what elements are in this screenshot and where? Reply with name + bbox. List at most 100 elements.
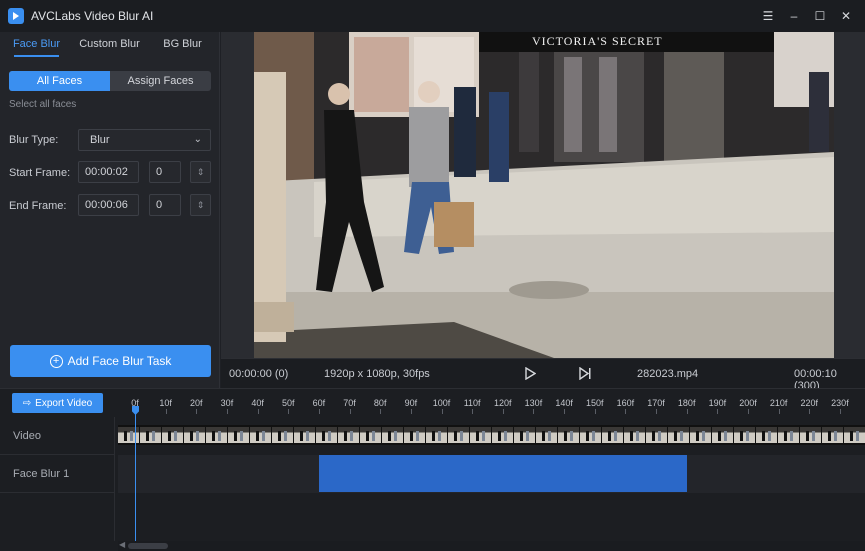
ruler-tick-label: 100f [432,398,451,408]
ruler-tick-label: 180f [677,398,696,408]
select-hint: Select all faces [9,99,77,110]
ruler-tick-label: 220f [800,398,819,408]
scroll-left-icon[interactable]: ◀ [119,540,125,549]
ruler-tick [318,409,320,414]
export-label: Export Video [35,397,93,409]
start-time-input[interactable]: 00:00:02 [78,161,139,183]
ruler-tick-label: 230f [831,398,849,408]
ruler-tick [472,409,474,414]
ruler-tick [380,409,382,414]
store-sign-text: VICTORIA'S SECRET [532,34,663,48]
tab-face-blur[interactable]: Face Blur [0,32,73,58]
track-label-video: Video [0,417,114,455]
assign-faces-button[interactable]: Assign Faces [110,71,211,91]
blur-type-select[interactable]: Blur ⌄ [78,129,211,151]
ruler-tick-label: 130f [524,398,543,408]
ruler-tick [288,409,290,414]
plus-circle-icon: + [49,354,63,368]
all-faces-button[interactable]: All Faces [9,71,110,91]
ruler-tick-label: 200f [739,398,757,408]
end-frame-input[interactable]: 0 [149,194,181,216]
ruler-tick [165,409,167,414]
thumbnail-frame [756,427,777,443]
add-face-blur-task-button[interactable]: + Add Face Blur Task [10,345,211,377]
ruler-tick-label: 110f [463,398,481,408]
thumbnail-frame [294,427,315,443]
face-blur-segment[interactable] [318,455,687,492]
play-button[interactable] [524,366,537,383]
start-frame-input[interactable]: 0 [149,161,181,183]
thumbnail-frame [624,427,645,443]
ruler-tick-label: 170f [647,398,665,408]
ruler-tick-label: 190f [708,398,727,408]
next-frame-button[interactable] [579,366,592,383]
face-mode-toggle: All Faces Assign Faces [9,71,211,91]
ruler-tick-label: 70f [343,398,356,408]
ruler-tick [686,409,688,414]
file-name: 282023.mp4 [637,368,699,380]
ruler-tick [226,409,228,414]
tab-custom-blur[interactable]: Custom Blur [73,32,146,58]
ruler-tick-label: 140f [555,398,573,408]
ruler-tick [809,409,811,414]
thumbnail-frame [822,427,843,443]
play-icon [525,366,537,381]
ruler-tick-label: 150f [585,398,604,408]
thumbnail-frame [734,427,755,443]
ruler-tick-label: 90f [404,398,418,408]
video-thumbnail-strip [118,425,865,445]
tab-bg-blur[interactable]: BG Blur [146,32,219,58]
ruler-tick [625,409,627,414]
ruler-tick [839,409,841,414]
thumbnail-frame [338,427,359,443]
ruler-tick [564,409,566,414]
video-frame[interactable]: VICTORIA'S SECRET [254,32,834,358]
thumbnail-frame [250,427,271,443]
thumbnail-frame [140,427,161,443]
app-title: AVCLabs Video Blur AI [31,9,154,23]
minimize-button[interactable]: – [781,9,807,23]
ruler-tick [533,409,535,414]
timeline-ruler[interactable]: 0f 10f 20f 30f 40f 50f 60f 70f 80f 90f 100f 110f 120… [118,389,865,417]
start-frame-stepper[interactable]: ⇕ [190,161,211,183]
ruler-tick [594,409,596,414]
ruler-tick [656,409,658,414]
title-bar: AVCLabs Video Blur AI ☰ – ☐ ✕ [0,0,865,32]
thumbnail-frame [800,427,821,443]
start-frame-label: Start Frame: [9,167,71,179]
street-scene-image: VICTORIA'S SECRET [254,32,834,358]
ruler-tick-label: 20f [190,398,203,408]
mode-tabs: Face Blur Custom Blur BG Blur [0,32,219,58]
ruler-tick [410,409,412,414]
track-labels: Video Face Blur 1 [0,417,114,531]
close-button[interactable]: ✕ [833,9,859,23]
ruler-tick-label: 160f [616,398,635,408]
thumbnail-frame [712,427,733,443]
thumbnail-frame [514,427,535,443]
playhead[interactable] [135,409,136,541]
ruler-tick-label: 10f [159,398,172,408]
scrollbar-thumb[interactable] [128,543,168,549]
app-logo-icon [8,8,24,24]
end-frame-stepper[interactable]: ⇕ [190,194,211,216]
thumbnail-frame [426,427,447,443]
timeline-panel: ⇨ Export Video 0f 10f 20f 30f 40f 50f 60f 70f 80… [0,388,865,551]
ruler-tick [717,409,719,414]
thumbnail-frame [470,427,491,443]
ruler-tick [196,409,198,414]
player-controls: 00:00:00 (0) 1920p x 1080p, 30fps 282023… [221,358,865,392]
ruler-tick-label: 30f [220,398,234,408]
end-time-input[interactable]: 00:00:06 [78,194,139,216]
ruler-tick-label: 120f [494,398,512,408]
export-video-button[interactable]: ⇨ Export Video [12,393,103,413]
blur-type-label: Blur Type: [9,134,59,146]
ruler-tick [441,409,443,414]
thumbnail-frame [492,427,513,443]
thumbnail-frame [272,427,293,443]
menu-icon[interactable]: ☰ [755,9,781,23]
thumbnail-frame [690,427,711,443]
thumbnail-frame [360,427,381,443]
lane-separator [114,417,115,541]
ruler-tick-label: 60f [312,398,326,408]
maximize-button[interactable]: ☐ [807,9,833,23]
